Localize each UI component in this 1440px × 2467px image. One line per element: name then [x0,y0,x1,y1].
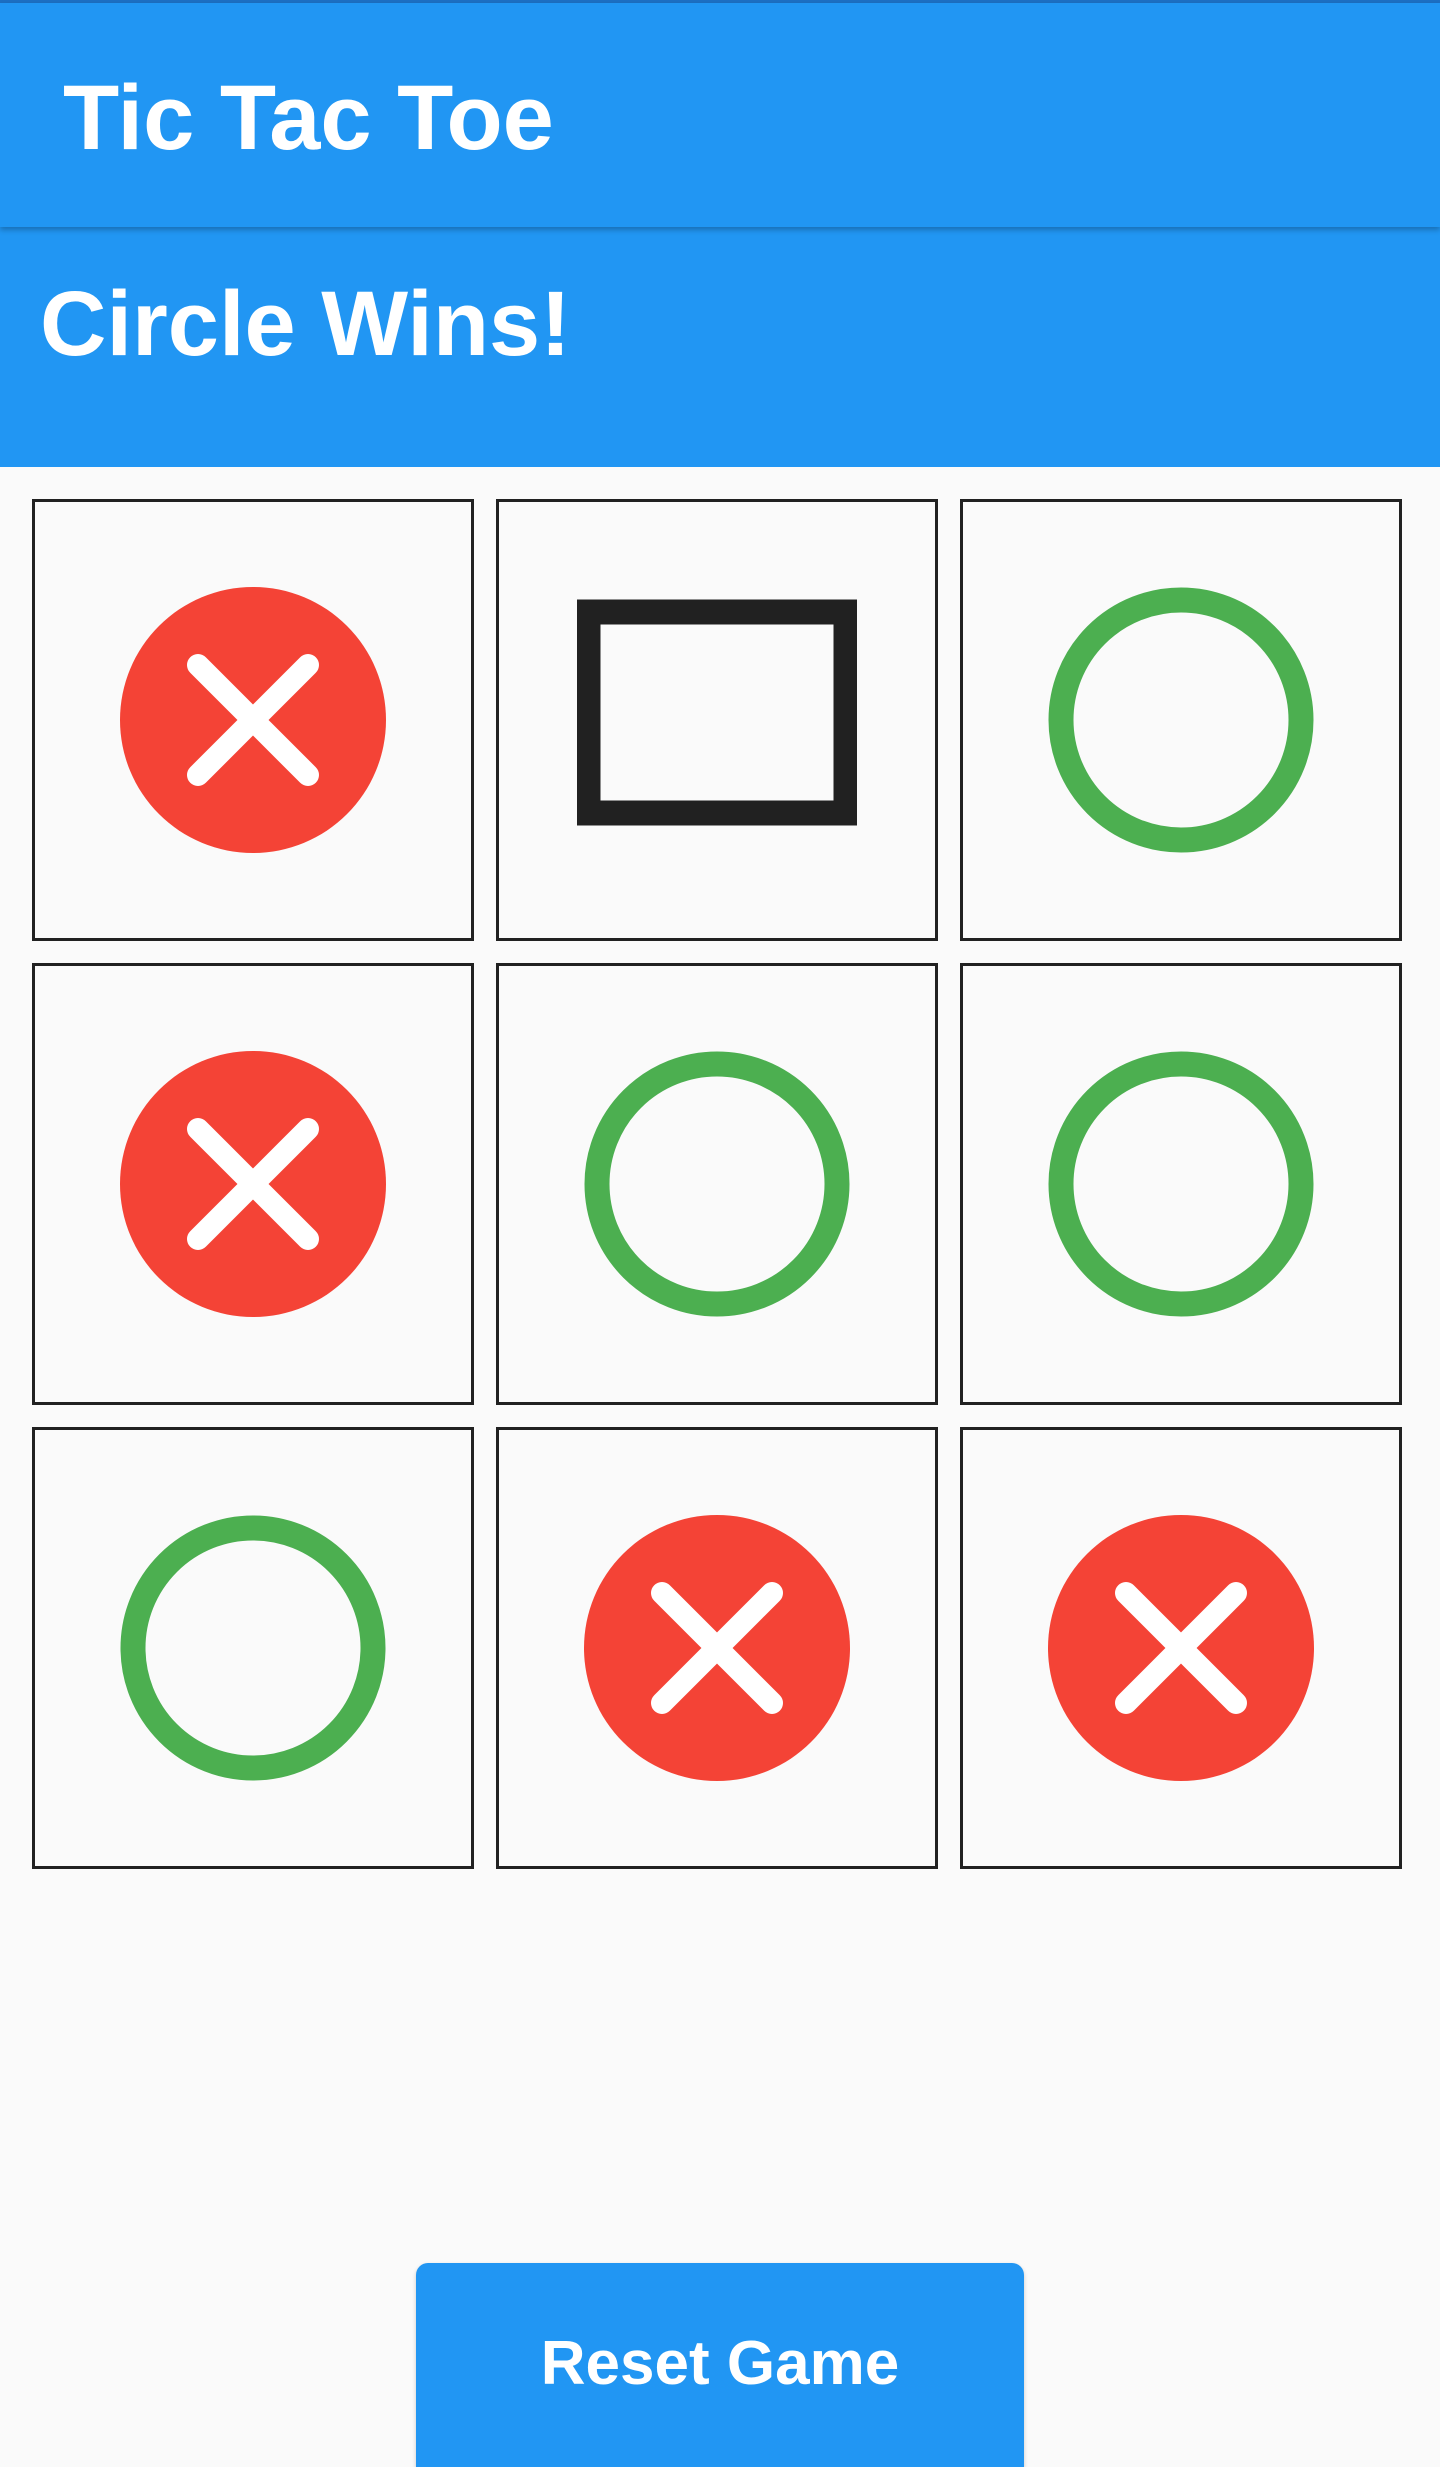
circle-outline-icon [584,1051,850,1317]
board-cell[interactable] [32,963,474,1405]
game-board [32,499,1408,1875]
app-bar: Tic Tac Toe [0,3,1440,227]
cross-in-circle-icon [584,1515,850,1781]
board-cell[interactable] [496,1427,938,1869]
cross-in-circle-icon [120,587,386,853]
board-cell[interactable] [496,499,938,941]
status-banner: Circle Wins! [0,227,1440,467]
board-cell[interactable] [960,1427,1402,1869]
board-cell[interactable] [32,499,474,941]
cross-in-circle-icon [120,1051,386,1317]
board-cell[interactable] [496,963,938,1405]
board-cell[interactable] [960,499,1402,941]
board-cell[interactable] [32,1427,474,1869]
circle-outline-icon [1048,1051,1314,1317]
circle-outline-icon [120,1515,386,1781]
app-root: Tic Tac Toe Circle Wins! Reset Game [0,0,1440,2467]
app-title: Tic Tac Toe [63,67,554,169]
game-status-text: Circle Wins! [40,273,571,375]
circle-outline-icon [1048,587,1314,853]
square-outline-icon [577,599,857,826]
reset-game-button[interactable]: Reset Game [416,2263,1024,2467]
cross-in-circle-icon [1048,1515,1314,1781]
board-cell[interactable] [960,963,1402,1405]
